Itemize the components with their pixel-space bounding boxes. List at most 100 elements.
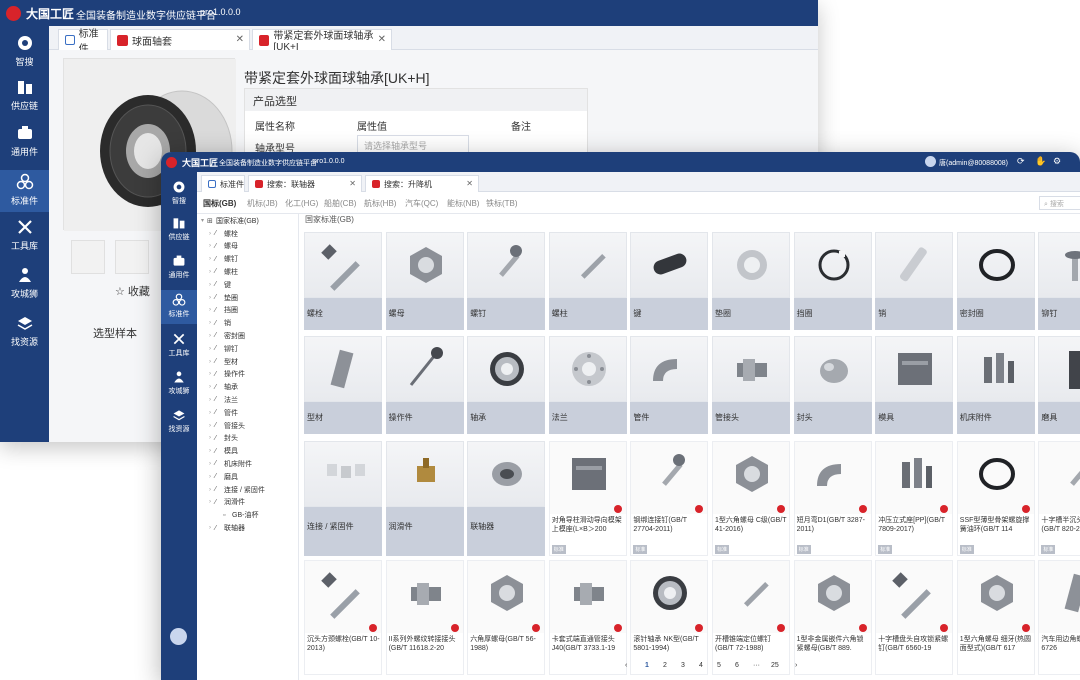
sidebar-item-smart-search[interactable]: 智搜 bbox=[161, 180, 197, 210]
tab-standard-parts[interactable]: 标准件 bbox=[58, 29, 108, 55]
standard-tab-tb[interactable]: 铁标(TB) bbox=[486, 198, 518, 209]
search-input[interactable]: ⌕ 搜索 bbox=[1039, 196, 1080, 210]
product-card[interactable]: 短月弯D1(GB/T 3287-2011) 标准 bbox=[793, 441, 872, 556]
tree-node[interactable]: › ⁄ 铆钉 bbox=[197, 342, 238, 355]
user-name[interactable]: 唐(admin@80088008) bbox=[939, 158, 1008, 168]
pager-page[interactable]: ··· bbox=[753, 662, 760, 669]
pager-page[interactable]: 2 bbox=[663, 662, 667, 669]
brand-logo[interactable]: 大国工匠 bbox=[6, 5, 74, 22]
category-card[interactable]: 螺栓 bbox=[304, 232, 382, 330]
refresh-icon[interactable]: ⟳ bbox=[1017, 156, 1025, 167]
category-card[interactable]: 磨具 bbox=[1038, 336, 1080, 434]
product-card[interactable]: 沉头方颈螺栓(GB/T 10-2013) bbox=[304, 560, 382, 675]
sidebar-item-common-parts[interactable]: 通用件 bbox=[0, 124, 49, 164]
sidebar-item-standard-parts[interactable]: 标准件 bbox=[0, 170, 49, 212]
standard-tab-qc[interactable]: 汽车(QC) bbox=[405, 198, 438, 209]
sidebar-item-supply-chain[interactable]: 供应链 bbox=[161, 216, 197, 246]
category-card[interactable]: 螺柱 bbox=[548, 232, 627, 330]
category-card[interactable]: 法兰 bbox=[548, 336, 627, 434]
close-icon[interactable]: ✕ bbox=[236, 34, 244, 45]
pager-page[interactable]: 6 bbox=[735, 662, 739, 669]
tree-node[interactable]: › ⁄ 螺栓 bbox=[197, 227, 238, 240]
product-card[interactable]: 1型六角螺母 细牙(热圆面型式)(GB/T 617 bbox=[956, 560, 1035, 675]
product-card[interactable]: II系列外螺纹转接接头(GB/T 11618.2-20 bbox=[385, 560, 464, 675]
product-card[interactable]: 1型非金属嵌件六角锁紧螺母(GB/T 889. bbox=[793, 560, 872, 675]
tab-bearing-ukh[interactable]: 带紧定套外球面球轴承[UK+I ✕ bbox=[252, 29, 392, 53]
category-card[interactable]: 螺钉 bbox=[467, 232, 546, 330]
tab-spherical-bushing[interactable]: 球面轴套 ✕ bbox=[110, 29, 250, 50]
tree-node[interactable]: › ⁄ 模具 bbox=[197, 445, 238, 458]
standard-tab-hg[interactable]: 化工(HG) bbox=[285, 198, 318, 209]
tab-search-elevator[interactable]: 搜索：升降机 ✕ bbox=[365, 175, 479, 192]
sidebar-item-tool-library[interactable]: 工具库 bbox=[161, 332, 197, 362]
category-card[interactable]: 连接 / 紧固件 bbox=[304, 441, 382, 556]
avatar[interactable] bbox=[925, 156, 936, 167]
tab-standard-parts[interactable]: 标准件 bbox=[201, 175, 245, 192]
sidebar-item-find-resource[interactable]: 找资源 bbox=[0, 314, 49, 354]
tree-node[interactable]: › ⁄ 机床附件 bbox=[197, 457, 252, 470]
category-card[interactable]: 封头 bbox=[793, 336, 872, 434]
pager-page[interactable]: 4 bbox=[699, 662, 703, 669]
thumbnail-1[interactable] bbox=[71, 240, 105, 274]
tree-node-leaf[interactable]: ▫ GB-油杯 bbox=[197, 509, 258, 522]
tree-node[interactable]: › ⁄ 轴承 bbox=[197, 381, 238, 394]
pager-next-button[interactable]: › bbox=[795, 662, 797, 669]
product-card[interactable]: 滚针轴承 NK型(GB/T 5801-1994) bbox=[630, 560, 709, 675]
pager-prev-button[interactable]: ‹ bbox=[625, 662, 627, 669]
tree-node[interactable]: › ⁄ 销 bbox=[197, 317, 231, 330]
tree-node[interactable]: › ⁄ 螺柱 bbox=[197, 265, 238, 278]
tree-node[interactable]: › ⁄ 挡圈 bbox=[197, 304, 238, 317]
pager-page[interactable]: 5 bbox=[717, 662, 721, 669]
standard-tab-hb[interactable]: 航标(HB) bbox=[364, 198, 396, 209]
brand-logo[interactable]: 大国工匠 bbox=[166, 156, 218, 169]
chat-icon[interactable] bbox=[170, 628, 187, 645]
tree-node[interactable]: › ⁄ 螺钉 bbox=[197, 253, 238, 266]
category-card[interactable]: 销 bbox=[875, 232, 954, 330]
pager-page[interactable]: 25 bbox=[771, 662, 779, 669]
category-card[interactable]: 机床附件 bbox=[956, 336, 1035, 434]
pager-page[interactable]: 1 bbox=[645, 662, 649, 669]
standard-tab-gb[interactable]: 国标(GB) bbox=[203, 198, 236, 209]
favorite-button[interactable]: ☆ 收藏 bbox=[115, 283, 150, 299]
sidebar-item-engineer[interactable]: 攻城狮 bbox=[161, 370, 197, 400]
tree-node[interactable]: › ⁄ 润滑件 bbox=[197, 496, 245, 509]
tree-node[interactable]: › ⁄ 管接头 bbox=[197, 419, 245, 432]
category-card[interactable]: 管接头 bbox=[712, 336, 790, 434]
category-card[interactable]: 轴承 bbox=[467, 336, 546, 434]
product-card[interactable]: 十字槽盘头自攻锁紧螺钉(GB/T 6560-19 bbox=[875, 560, 954, 675]
product-card[interactable]: 十字槽半沉头螺钉(GB/T 820-2 标准 bbox=[1038, 441, 1080, 556]
tree-node[interactable]: › ⁄ 连接 / 紧固件 bbox=[197, 483, 265, 496]
thumbnail-2[interactable] bbox=[115, 240, 149, 274]
close-icon[interactable]: ✕ bbox=[378, 34, 386, 45]
category-card[interactable]: 键 bbox=[630, 232, 709, 330]
tree-node[interactable]: › ⁄ 磨具 bbox=[197, 470, 238, 483]
standard-tab-jb[interactable]: 机标(JB) bbox=[247, 198, 278, 209]
tree-node[interactable]: › ⁄ 键 bbox=[197, 278, 231, 291]
tree-node[interactable]: › ⁄ 螺母 bbox=[197, 240, 238, 253]
sidebar-item-tool-library[interactable]: 工具库 bbox=[0, 218, 49, 258]
sidebar-item-engineer[interactable]: 攻城狮 bbox=[0, 266, 49, 306]
category-card[interactable]: 铆钉 bbox=[1038, 232, 1080, 330]
tab-search-coupling[interactable]: 搜索：联轴器 ✕ bbox=[248, 175, 362, 192]
tree-node[interactable]: › ⁄ 密封圈 bbox=[197, 329, 245, 342]
product-card[interactable]: 开槽锥端定位螺钉(GB/T 72-1988) bbox=[712, 560, 790, 675]
product-card[interactable]: 1型六角螺母 C级(GB/T 41-2016) 标准 bbox=[712, 441, 790, 556]
tree-node[interactable]: › ⁄ 法兰 bbox=[197, 393, 238, 406]
close-icon[interactable]: ✕ bbox=[466, 179, 473, 188]
sidebar-item-find-resource[interactable]: 找资源 bbox=[161, 408, 197, 438]
hand-icon[interactable]: ✋ bbox=[1035, 156, 1046, 167]
category-card[interactable]: 润滑件 bbox=[385, 441, 464, 556]
pager-page[interactable]: 3 bbox=[681, 662, 685, 669]
product-card[interactable]: 对角导柱滑动导向模架上模座(L×B＞200 标准 bbox=[548, 441, 627, 556]
sidebar-item-supply-chain[interactable]: 供应链 bbox=[0, 78, 49, 118]
sidebar-item-standard-parts[interactable]: 标准件 bbox=[161, 290, 197, 324]
standard-tab-nb[interactable]: 能标(NB) bbox=[447, 198, 479, 209]
tree-node[interactable]: › ⁄ 联轴器 bbox=[197, 522, 245, 535]
tree-node[interactable]: › ⁄ 封头 bbox=[197, 432, 238, 445]
tree-node[interactable]: › ⁄ 管件 bbox=[197, 406, 238, 419]
category-card[interactable]: 密封圈 bbox=[956, 232, 1035, 330]
category-card[interactable]: 型材 bbox=[304, 336, 382, 434]
category-card[interactable]: 模具 bbox=[875, 336, 954, 434]
tree-node[interactable]: › ⁄ 型材 bbox=[197, 355, 238, 368]
category-card[interactable]: 管件 bbox=[630, 336, 709, 434]
